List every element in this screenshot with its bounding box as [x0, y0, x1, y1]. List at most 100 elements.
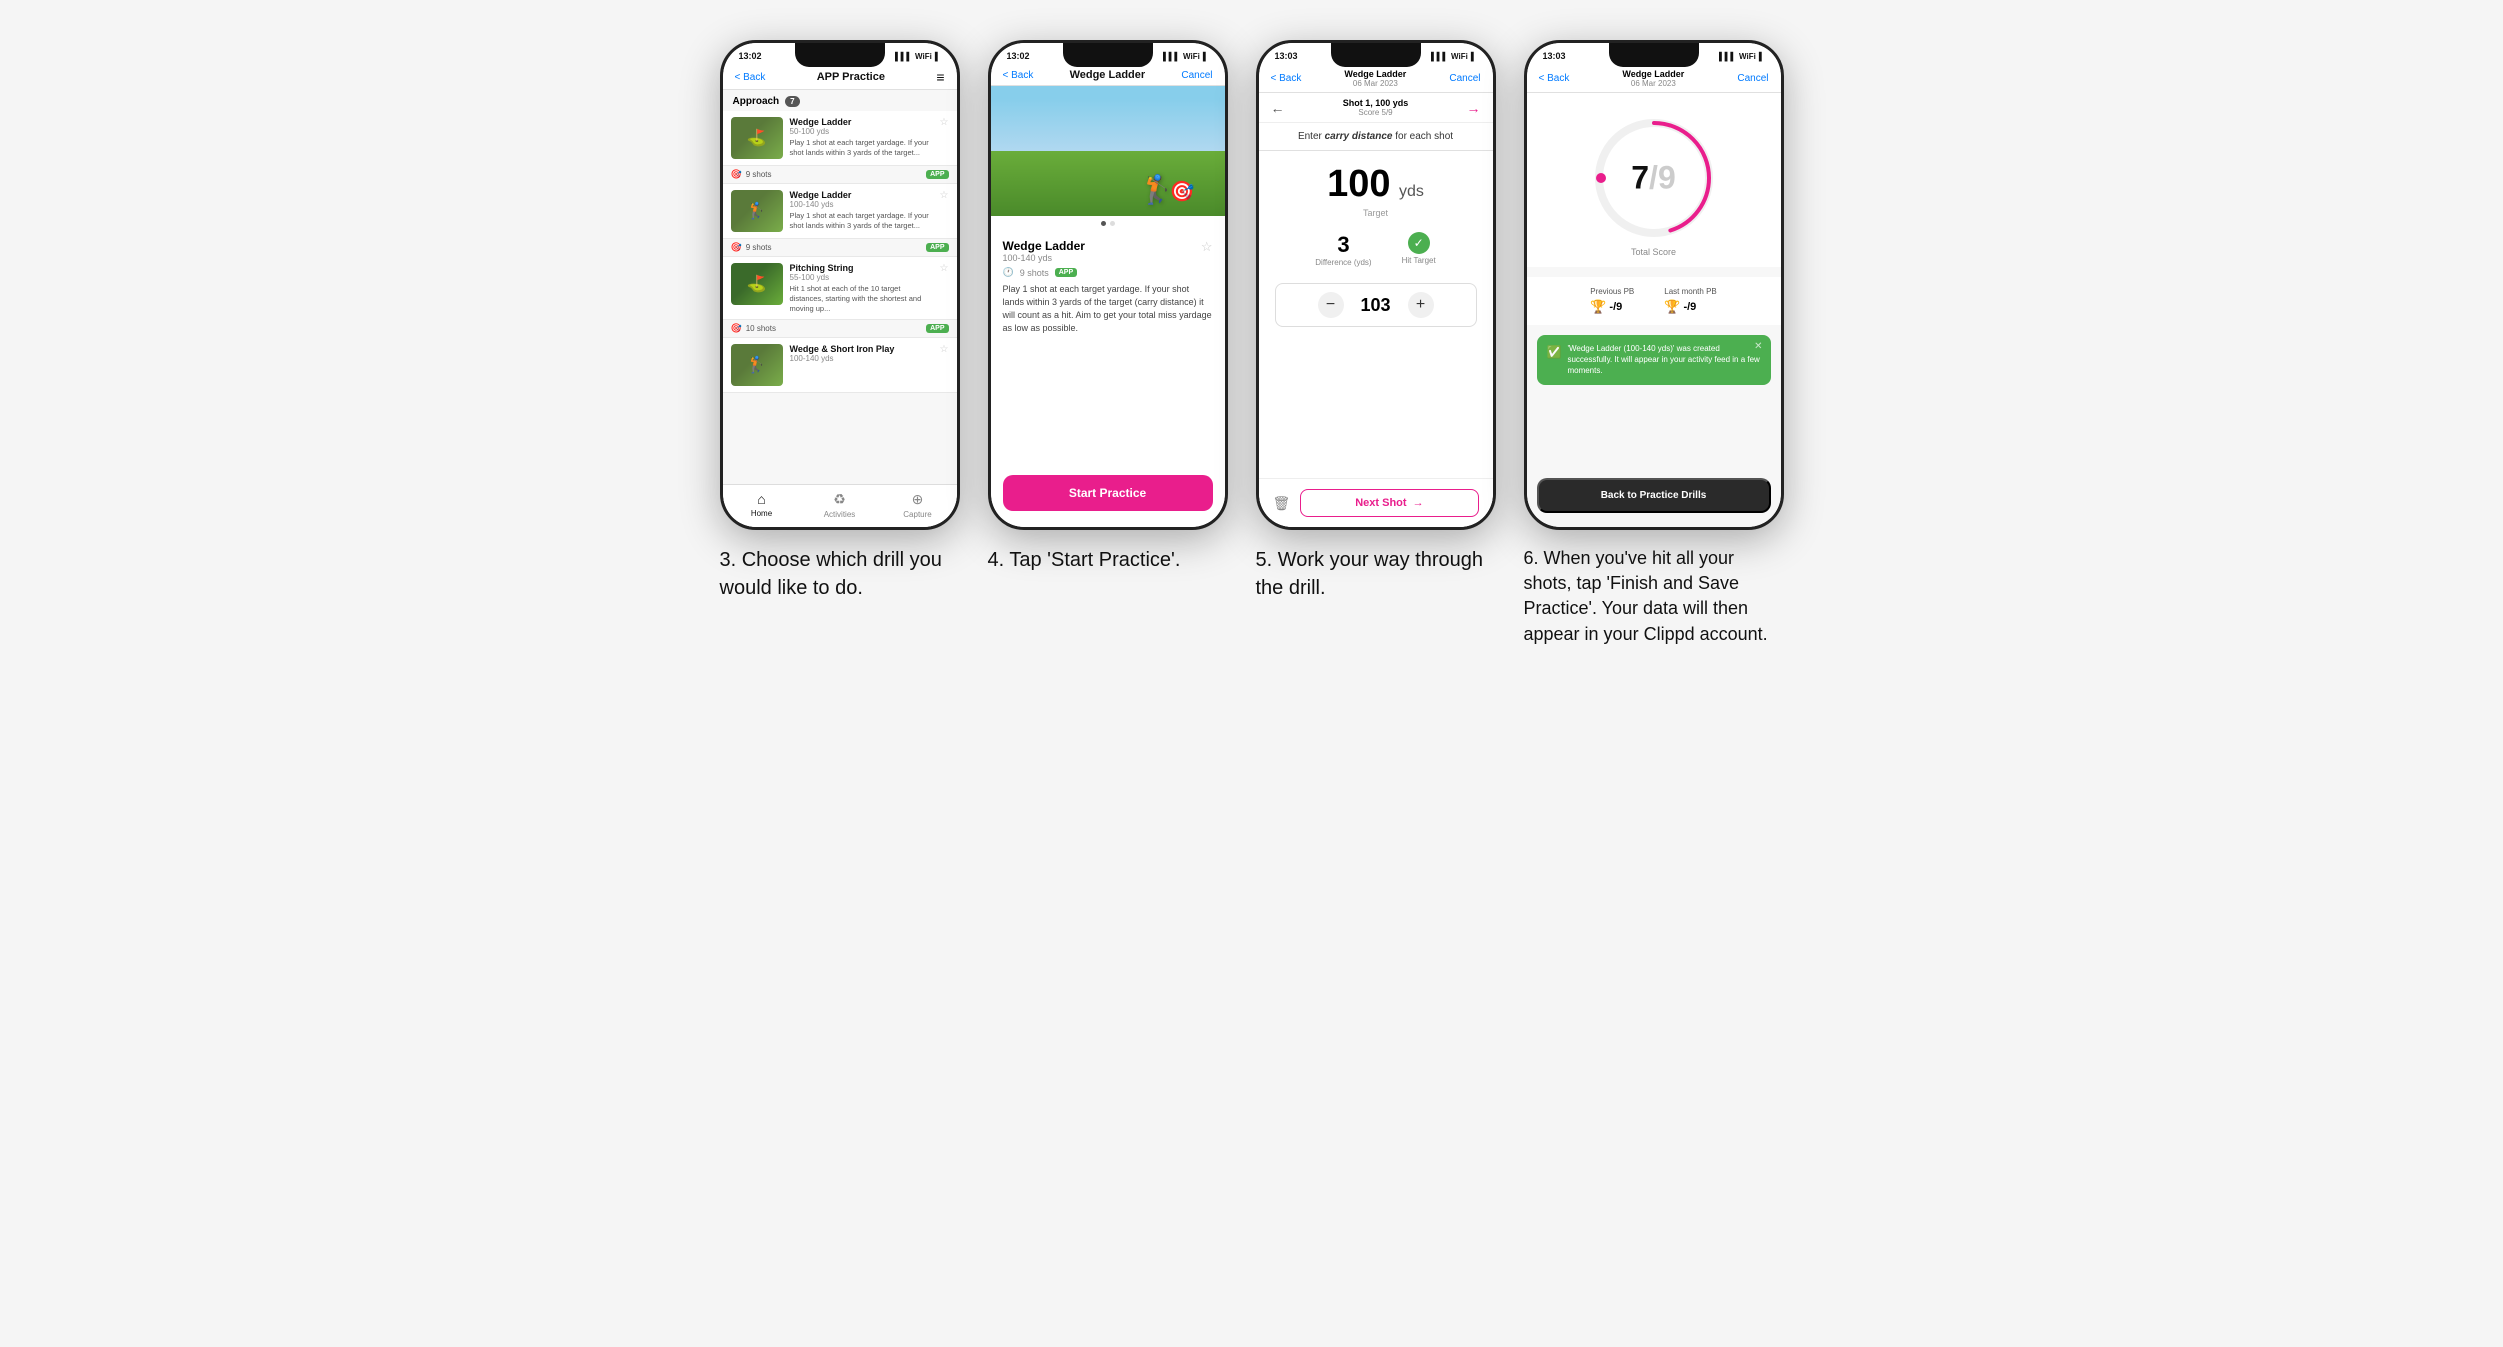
plus-btn[interactable]: + — [1408, 292, 1434, 318]
back-to-drills-button[interactable]: Back to Practice Drills — [1537, 478, 1771, 513]
time-4: 13:03 — [1543, 51, 1566, 61]
drill-footer-3: 🎯 10 shots APP — [723, 320, 957, 338]
drill-shots-2: 🎯 9 shots — [731, 242, 772, 253]
input-value[interactable]: 103 — [1356, 295, 1396, 316]
shot-screen: ← Shot 1, 100 yds Score 5/9 → Enter carr… — [1259, 93, 1493, 527]
score-center: 7/9 — [1631, 160, 1675, 197]
drill-card-3[interactable]: ⛳ Pitching String 55-100 yds Hit 1 shot … — [723, 257, 957, 320]
status-icons-1: ▌▌▌ WiFi ▌ — [895, 52, 941, 61]
capture-icon: ⊕ — [912, 491, 924, 508]
prev-arrow[interactable]: ← — [1271, 100, 1285, 116]
signal-icon-3: ▌▌▌ — [1431, 52, 1448, 61]
nav-back-1[interactable]: < Back — [735, 72, 766, 83]
drill-info-4: Wedge & Short Iron Play 100-140 yds — [790, 344, 933, 365]
cancel-btn-2[interactable]: Cancel — [1181, 70, 1212, 81]
target-label: Target — [1259, 208, 1493, 218]
phone-notch-2 — [1063, 43, 1153, 67]
drill-shots-1: 🎯 9 shots — [731, 169, 772, 180]
phone-frame-3: 13:03 ▌▌▌ WiFi ▌ < Back Wedge Ladder 06 … — [1256, 40, 1496, 530]
drill-thumb-1: ⛳ — [731, 117, 783, 159]
star-icon-4: ☆ — [940, 344, 949, 355]
nav-back-2[interactable]: < Back — [1003, 70, 1034, 81]
detail-name-group: Wedge Ladder 100-140 yds — [1003, 239, 1085, 263]
trash-icon[interactable]: 🗑 — [1273, 495, 1291, 512]
wifi-icon-3: WiFi — [1451, 52, 1468, 61]
toast-close[interactable]: ✕ — [1754, 340, 1762, 354]
prev-pb-label: Previous PB — [1590, 287, 1634, 296]
drill-desc-2: Play 1 shot at each target yardage. If y… — [790, 211, 933, 231]
time-2: 13:02 — [1007, 51, 1030, 61]
next-shot-button[interactable]: Next Shot → — [1300, 489, 1478, 517]
next-arrow[interactable]: → — [1467, 100, 1481, 116]
star-icon-2: ☆ — [940, 190, 949, 201]
drill-desc-1: Play 1 shot at each target yardage. If y… — [790, 138, 933, 158]
phone-section-3: 13:03 ▌▌▌ WiFi ▌ < Back Wedge Ladder 06 … — [1256, 40, 1496, 602]
score-nav-title: Wedge Ladder — [1622, 69, 1684, 79]
cancel-btn-3[interactable]: Cancel — [1449, 73, 1480, 84]
phone-notch-4 — [1609, 43, 1699, 67]
trophy-icon-1: 🏆 — [1590, 299, 1606, 315]
toast-content: ✅ 'Wedge Ladder (100-140 yds)' was creat… — [1547, 343, 1761, 377]
cancel-btn-4[interactable]: Cancel — [1737, 73, 1768, 84]
nav-back-3[interactable]: < Back — [1271, 73, 1302, 84]
target-yds: 100 — [1327, 163, 1390, 205]
target-display: 100 yds Target — [1259, 151, 1493, 224]
signal-icon-2: ▌▌▌ — [1163, 52, 1180, 61]
drill-yds-3: 55-100 yds — [790, 273, 933, 282]
checkmark-icon: ✅ — [1547, 344, 1562, 361]
time-3: 13:03 — [1275, 51, 1298, 61]
nav-title-3: Wedge Ladder — [1344, 69, 1406, 79]
nav-menu-1[interactable]: ≡ — [936, 69, 944, 85]
drill-card-1[interactable]: ⛳ Wedge Ladder 50-100 yds Play 1 shot at… — [723, 111, 957, 166]
drill-info-3: Pitching String 55-100 yds Hit 1 shot at… — [790, 263, 933, 313]
toast-text: 'Wedge Ladder (100-140 yds)' was created… — [1567, 343, 1760, 377]
drill-name-1: Wedge Ladder — [790, 117, 933, 127]
shots-icon-1: 🎯 — [731, 169, 742, 180]
detail-content-2: Wedge Ladder 100-140 yds ☆ 🕐 9 shots APP… — [991, 231, 1225, 343]
detail-badge: APP — [1055, 268, 1077, 277]
app-screen-1: Approach 7 ⛳ Wedge Ladder 50-100 yds Pla… — [723, 90, 957, 527]
total-score-label: Total Score — [1631, 247, 1676, 257]
dot-1 — [1101, 221, 1106, 226]
phone-screen-3: 13:03 ▌▌▌ WiFi ▌ < Back Wedge Ladder 06 … — [1259, 43, 1493, 527]
pb-row: Previous PB 🏆 -/9 Last month PB 🏆 -/9 — [1527, 277, 1781, 325]
golf-image-2: 🏌️ 🎯 — [991, 86, 1225, 216]
drill-card-2[interactable]: 🏌️ Wedge Ladder 100-140 yds Play 1 shot … — [723, 184, 957, 239]
phone-frame-4: 13:03 ▌▌▌ WiFi ▌ < Back Wedge Ladder 06 … — [1524, 40, 1784, 530]
section-label-1: Approach — [733, 96, 780, 107]
phone-section-1: 13:02 ▌▌▌ WiFi ▌ < Back APP Practice ≡ — [720, 40, 960, 602]
trophy-icon-2: 🏆 — [1664, 299, 1680, 315]
drill-info-2: Wedge Ladder 100-140 yds Play 1 shot at … — [790, 190, 933, 231]
shots-icon-2: 🎯 — [731, 242, 742, 253]
battery-icon-3: ▌ — [1471, 52, 1477, 61]
drill-info-1: Wedge Ladder 50-100 yds Play 1 shot at e… — [790, 117, 933, 158]
hit-target-label: Hit Target — [1402, 256, 1436, 265]
app-badge-3: APP — [926, 324, 948, 333]
drill-yds-1: 50-100 yds — [790, 127, 933, 136]
image-dots — [991, 216, 1225, 231]
score-label: Score 5/9 — [1343, 108, 1409, 117]
drill-name-2: Wedge Ladder — [790, 190, 933, 200]
phone-section-2: 13:02 ▌▌▌ WiFi ▌ < Back Wedge Ladder Can… — [988, 40, 1228, 574]
drill-desc-3: Hit 1 shot at each of the 10 target dist… — [790, 284, 933, 313]
score-nav-center: Wedge Ladder 06 Mar 2023 — [1622, 69, 1684, 88]
clock-icon: 🕐 — [1003, 267, 1014, 278]
star-icon-1: ☆ — [940, 117, 949, 128]
detail-screen-2: 🏌️ 🎯 Wedge Ladder 100-140 yds — [991, 86, 1225, 527]
bottom-nav-home[interactable]: ⌂ Home — [723, 491, 801, 519]
drill-name-4: Wedge & Short Iron Play — [790, 344, 933, 354]
bottom-nav-capture[interactable]: ⊕ Capture — [879, 491, 957, 519]
phones-row: 13:02 ▌▌▌ WiFi ▌ < Back APP Practice ≡ — [720, 40, 1784, 647]
minus-btn[interactable]: − — [1318, 292, 1344, 318]
score-circle-container: 7/9 Total Score — [1527, 93, 1781, 267]
bottom-nav-activities[interactable]: ♻ Activities — [801, 491, 879, 519]
bottom-nav-1: ⌂ Home ♻ Activities ⊕ Capture — [723, 484, 957, 527]
activities-icon: ♻ — [833, 491, 846, 508]
app-badge-2: APP — [926, 243, 948, 252]
star-icon-detail: ☆ — [1201, 239, 1213, 255]
phone-frame-1: 13:02 ▌▌▌ WiFi ▌ < Back APP Practice ≡ — [720, 40, 960, 530]
nav-back-4[interactable]: < Back — [1539, 73, 1570, 84]
drill-card-4[interactable]: 🏌️ Wedge & Short Iron Play 100-140 yds ☆ — [723, 338, 957, 393]
prev-pb-item: Previous PB 🏆 -/9 — [1590, 287, 1634, 315]
start-practice-button[interactable]: Start Practice — [1003, 475, 1213, 511]
